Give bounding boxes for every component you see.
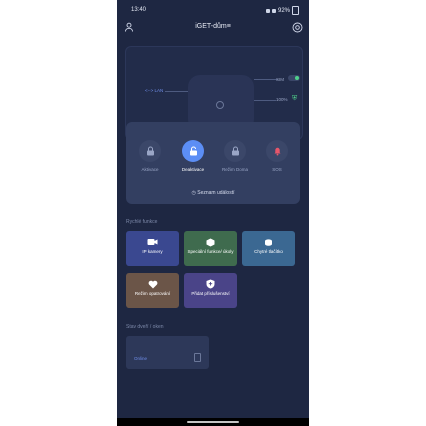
event-list-link[interactable]: ◷ Seznam událostí (126, 190, 300, 196)
sensor-device-icon (194, 353, 201, 362)
quick-functions-title: Rychlé funkce (126, 219, 158, 225)
lock-home-icon (224, 140, 246, 162)
settings-icon[interactable] (291, 21, 303, 33)
wifi-icon (271, 8, 276, 13)
home-gesture-bar[interactable] (187, 421, 239, 423)
mode-sos[interactable]: SOS (257, 140, 297, 172)
sim-connection-line (254, 79, 278, 80)
lock-icon (139, 140, 161, 162)
app-header: iGET-dům≡ (117, 20, 309, 36)
battery-connection-line (254, 100, 276, 101)
clock-icon: ◷ (191, 190, 196, 196)
app-screen: 13:40 92% iGET-dům≡ <--> LAN SIM 100% ⛨ (117, 0, 309, 426)
mode-label: Režim Doma (221, 167, 248, 172)
battery-level: 92% (277, 7, 290, 14)
hub-led-icon (216, 101, 224, 109)
mode-label: SOS (272, 167, 282, 172)
unlock-icon (182, 140, 204, 162)
status-time: 13:40 (131, 7, 147, 13)
tile-special-functions[interactable]: Speciální funkce/ úkoly (184, 231, 237, 266)
mode-home[interactable]: Režim Doma (215, 140, 255, 172)
sim-label: SIM (276, 77, 285, 82)
mode-arm[interactable]: Aktivace (130, 140, 170, 172)
shield-icon: ⛨ (292, 95, 298, 102)
hub-battery-label: 100% (276, 97, 288, 102)
system-nav-bar (117, 418, 309, 426)
tile-label: Chytré tlačítko (254, 249, 283, 254)
door-window-status-title: Stav dveří / oken (126, 324, 164, 330)
heart-icon (126, 279, 179, 289)
tile-label: IP kamery (142, 249, 163, 254)
camera-icon (126, 237, 179, 247)
event-list-label: Seznam událostí (197, 190, 235, 196)
door-window-sensor-card[interactable]: Online (126, 336, 209, 369)
sensor-state: Online (134, 356, 148, 361)
status-icons: 92% (265, 6, 299, 15)
mode-label: Aktivace (141, 167, 159, 172)
tile-label: Režim opatrování (134, 291, 171, 296)
tile-label: Přidat příslušenství (191, 291, 230, 296)
tile-ip-cameras[interactable]: IP kamery (126, 231, 179, 266)
smart-button-icon (242, 237, 295, 247)
status-bar: 13:40 92% (117, 0, 309, 20)
battery-icon (292, 6, 299, 15)
shield-plus-icon (184, 279, 237, 289)
sim-toggle[interactable] (288, 75, 300, 81)
tile-smart-button[interactable]: Chytré tlačítko (242, 231, 295, 266)
mode-label: Deaktivace (181, 167, 205, 172)
tile-care-mode[interactable]: Režim opatrování (126, 273, 179, 308)
lan-label: <--> LAN (145, 88, 166, 93)
bell-icon (266, 140, 288, 162)
mode-disarm[interactable]: Deaktivace (173, 140, 213, 172)
signal-icon (265, 8, 270, 13)
tile-label: Speciální funkce/ úkoly (187, 249, 234, 254)
arm-control-panel: Aktivace Deaktivace Režim Doma SOS ◷ Sez… (126, 122, 300, 204)
page-title[interactable]: iGET-dům≡ (117, 23, 309, 30)
tile-add-accessory[interactable]: Přidat příslušenství (184, 273, 237, 308)
cube-icon (184, 237, 237, 247)
